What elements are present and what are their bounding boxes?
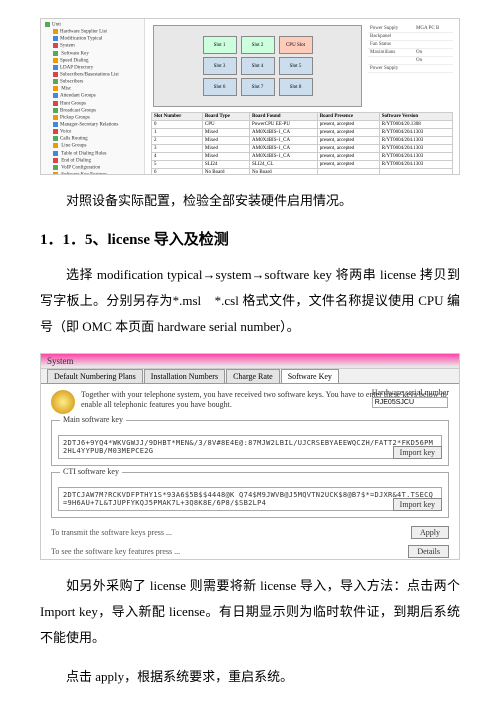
key-group: Main software key2DTJ6+9YQ4*WKVGWJJ/9DHB… — [51, 420, 449, 466]
software-key-dialog: System Default Numbering PlansInstallati… — [40, 353, 460, 560]
apply-button[interactable]: Apply — [411, 526, 449, 539]
power-supply-panel: Power SupplyMGA PC BBackpanelFan StatusM… — [368, 25, 453, 107]
window-title: System — [41, 354, 459, 369]
key-icon — [51, 390, 75, 414]
hint-text: To see the software key features press .… — [51, 547, 180, 556]
hint-text: To transmit the software keys press ... — [51, 528, 172, 537]
import-key-button[interactable]: Import key — [393, 498, 442, 511]
tab[interactable]: Charge Rate — [226, 369, 280, 383]
tab[interactable]: Installation Numbers — [144, 369, 225, 383]
slot[interactable]: Slot 6 — [203, 78, 237, 96]
slot[interactable]: Slot 3 — [203, 57, 237, 75]
import-key-button[interactable]: Import key — [393, 446, 442, 459]
hardware-serial-number: Hardware serial number — [372, 388, 449, 408]
paragraph: 点击 apply，根据系统要求，重启系统。 — [40, 664, 460, 690]
tab[interactable]: Default Numbering Plans — [47, 369, 143, 383]
key-group: CTI software key2DTCJAW7M?RCKVDFPTHY1S*9… — [51, 472, 449, 518]
nav-tree: UnitHardware Supplier ListModification T… — [41, 19, 145, 174]
slot[interactable]: Slot 2 — [241, 36, 275, 54]
hardware-config-screenshot: UnitHardware Supplier ListModification T… — [40, 18, 460, 175]
hsn-input[interactable] — [372, 397, 448, 408]
slot[interactable]: Slot 8 — [279, 78, 313, 96]
slot[interactable]: Slot 7 — [241, 78, 275, 96]
tab[interactable]: Software Key — [281, 369, 339, 383]
slot[interactable]: CPU Slot — [279, 36, 313, 54]
boards-table: Slot NumberBoard TypeBoard FoundBoard Pr… — [151, 112, 453, 174]
key-value[interactable]: 2DTJ6+9YQ4*WKVGWJJ/9DHBT*MEN&/3/8V#8E4E@… — [58, 435, 442, 459]
paragraph: 对照设备实际配置，检验全部安装硬件启用情况。 — [40, 188, 460, 214]
tabs: Default Numbering PlansInstallation Numb… — [41, 369, 459, 384]
section-heading: 1．1．5、license 导入及检测 — [40, 228, 460, 249]
slot[interactable]: Slot 5 — [279, 57, 313, 75]
paragraph: 选择 modification typical→system→software … — [40, 262, 460, 340]
chassis-diagram: Slot 1Slot 2CPU SlotSlot 3Slot 4Slot 5Sl… — [153, 25, 362, 107]
details-button[interactable]: Details — [408, 545, 449, 558]
slot[interactable]: Slot 1 — [203, 36, 237, 54]
paragraph: 如另外采购了 license 则需要将新 license 导入，导入方法：点击两… — [40, 573, 460, 651]
slot[interactable]: Slot 4 — [241, 57, 275, 75]
key-value[interactable]: 2DTCJAW7M?RCKVDFPTHY1S*93A6$5B$$4448@K Q… — [58, 487, 442, 511]
